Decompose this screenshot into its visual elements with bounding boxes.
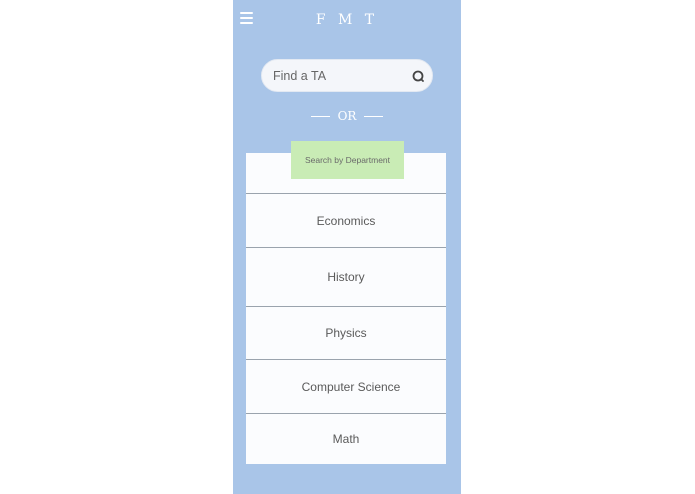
- search-by-department-label: Search by Department: [304, 155, 391, 165]
- divider-line-left: [310, 115, 330, 117]
- or-divider: OR: [233, 107, 461, 125]
- department-item-label: Physics: [325, 326, 367, 340]
- department-item-physics[interactable]: Physics: [246, 307, 446, 360]
- search-bar: [261, 59, 433, 92]
- search-by-department-button[interactable]: Search by Department: [291, 141, 404, 179]
- department-item-computer-science[interactable]: Computer Science: [246, 360, 446, 414]
- or-label: OR: [337, 109, 357, 123]
- app-screen: F M T OR Economics History Physics Compu…: [233, 0, 461, 494]
- department-item-history[interactable]: History: [246, 248, 446, 307]
- app-title: F M T: [315, 12, 379, 28]
- department-item-label: Math: [332, 432, 360, 446]
- department-list: Economics History Physics Computer Scien…: [246, 153, 446, 464]
- department-item-math[interactable]: Math: [246, 414, 446, 464]
- department-item-label: History: [327, 270, 365, 284]
- divider-line-right: [364, 115, 384, 117]
- department-item-economics[interactable]: Economics: [246, 194, 446, 248]
- department-item-label: Economics: [316, 213, 376, 228]
- department-item-label: Computer Science: [301, 379, 401, 394]
- search-icon[interactable]: [411, 69, 427, 85]
- search-input[interactable]: [273, 66, 411, 86]
